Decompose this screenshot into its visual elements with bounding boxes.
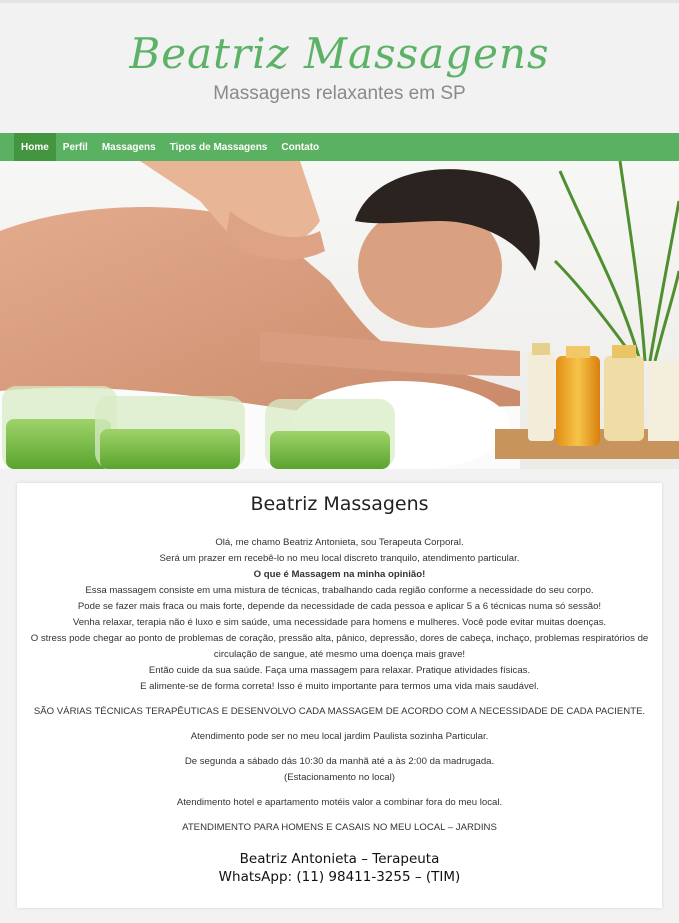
main-nav: Home Perfil Massagens Tipos de Massagens… bbox=[0, 133, 679, 161]
content-title: Beatriz Massagens bbox=[250, 493, 429, 515]
signature-name: Beatriz Antonieta – Terapeuta bbox=[239, 851, 440, 867]
techniques-line: SÃO VÁRIAS TÉCNICAS TERAPÊUTICAS E DESEN… bbox=[33, 706, 646, 717]
hero-image bbox=[0, 161, 679, 469]
nav-home[interactable]: Home bbox=[14, 133, 56, 161]
opinion-heading: O que é Massagem na minha opinião! bbox=[17, 567, 662, 583]
content-body: Olá, me chamo Beatriz Antonieta, sou Ter… bbox=[17, 535, 662, 836]
description-line: E alimente-se de forma correta! Isso é m… bbox=[140, 681, 539, 692]
nav-contato[interactable]: Contato bbox=[274, 133, 326, 161]
description-line: Então cuide da sua saúde. Faça uma massa… bbox=[148, 665, 531, 676]
signature: Beatriz Antonieta – Terapeuta WhatsApp: … bbox=[17, 850, 662, 886]
description-line: Pode se fazer mais fraca ou mais forte, … bbox=[77, 601, 602, 612]
description-line: Venha relaxar, terapia não é luxo e sim … bbox=[72, 617, 607, 628]
location-line: Atendimento pode ser no meu local jardim… bbox=[190, 731, 489, 742]
nav-tipos-de-massagens[interactable]: Tipos de Massagens bbox=[163, 133, 275, 161]
site-tagline: Massagens relaxantes em SP bbox=[213, 83, 466, 104]
hotel-line: Atendimento hotel e apartamento motéis v… bbox=[176, 797, 503, 808]
description-line: Essa massagem consiste em uma mistura de… bbox=[85, 585, 594, 596]
site-header: Beatriz Massagens Massagens relaxantes e… bbox=[0, 3, 679, 133]
nav-massagens[interactable]: Massagens bbox=[95, 133, 163, 161]
whatsapp-contact[interactable]: WhatsApp: (11) 98411-3255 – (TIM) bbox=[17, 868, 662, 886]
massage-photo bbox=[0, 161, 679, 469]
parking-line: (Estacionamento no local) bbox=[284, 772, 395, 783]
intro-line: Olá, me chamo Beatriz Antonieta, sou Ter… bbox=[215, 537, 464, 548]
description-line: circulação de sangue, até mesmo uma doen… bbox=[213, 649, 466, 660]
opinion-heading-text: O que é Massagem na minha opinião! bbox=[253, 569, 426, 580]
description-line: O stress pode chegar ao ponto de problem… bbox=[30, 633, 649, 644]
hours-line: De segunda a sábado dás 10:30 da manhã a… bbox=[184, 756, 495, 767]
site-logo[interactable]: Beatriz Massagens bbox=[0, 29, 679, 78]
nav-perfil[interactable]: Perfil bbox=[56, 133, 95, 161]
main-content-card: Beatriz Massagens Olá, me chamo Beatriz … bbox=[17, 483, 662, 908]
welcome-line: Será um prazer em recebê-lo no meu local… bbox=[159, 553, 520, 564]
audience-line: ATENDIMENTO PARA HOMENS E CASAIS NO MEU … bbox=[182, 822, 497, 833]
